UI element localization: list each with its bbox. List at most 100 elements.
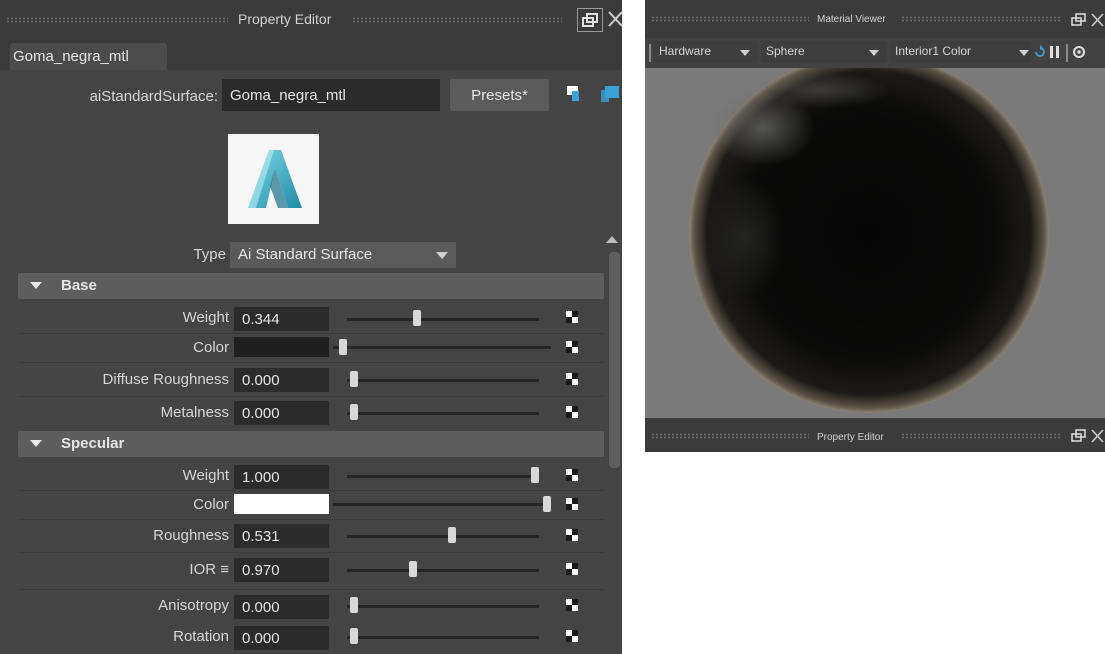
float-window-button[interactable]	[577, 8, 603, 32]
rotation-slider-handle[interactable]	[350, 628, 358, 644]
base-color-slider-handle[interactable]	[339, 339, 347, 355]
ior-map-button[interactable]	[566, 563, 578, 575]
base-weight-slider-handle[interactable]	[413, 310, 422, 326]
close-icon	[1091, 429, 1104, 443]
close-icon	[1091, 13, 1104, 27]
titlebar-grip-left[interactable]	[651, 433, 809, 439]
close-window-button[interactable]	[1089, 11, 1105, 29]
float-window-icon	[1071, 429, 1086, 442]
close-window-button[interactable]	[606, 8, 622, 30]
metalness-slider-handle[interactable]	[350, 404, 358, 420]
ior-slider-handle[interactable]	[408, 561, 417, 577]
metalness-label: Metalness	[160, 404, 229, 421]
section-header-specular[interactable]: Specular	[18, 431, 604, 457]
chevron-down-icon	[436, 252, 448, 259]
base-color-slider[interactable]	[333, 346, 551, 349]
chevron-down-icon	[1019, 50, 1029, 56]
base-weight-slider[interactable]	[347, 318, 539, 321]
float-window-button[interactable]	[1069, 427, 1087, 445]
ior-field[interactable]: 0.970	[234, 558, 329, 582]
type-dropdown[interactable]: Ai Standard Surface	[230, 242, 456, 268]
anisotropy-slider[interactable]	[347, 605, 539, 608]
type-label: Type	[193, 246, 226, 263]
specular-roughness-map-button[interactable]	[566, 529, 578, 541]
row-divider	[18, 552, 604, 553]
ior-label: IOR ≡	[189, 561, 229, 578]
scrollbar-thumb[interactable]	[609, 252, 620, 468]
diffuse-roughness-map-button[interactable]	[566, 373, 578, 385]
docked-property-editor-title: Property Editor	[817, 432, 884, 443]
diffuse-roughness-slider[interactable]	[347, 379, 539, 382]
anisotropy-slider-handle[interactable]	[350, 597, 358, 613]
close-icon	[608, 11, 622, 27]
property-editor-title: Property Editor	[238, 11, 332, 27]
section-title-specular: Specular	[61, 435, 125, 452]
base-weight-label: Weight	[182, 309, 229, 326]
specular-color-map-button[interactable]	[566, 498, 578, 510]
collapse-triangle-icon	[30, 282, 42, 289]
rotation-map-button[interactable]	[566, 630, 578, 642]
titlebar-grip-left[interactable]	[651, 16, 809, 22]
specular-roughness-field[interactable]: 0.531	[234, 524, 329, 548]
property-editor-titlebar[interactable]: Property Editor	[0, 0, 622, 40]
titlebar-grip-right[interactable]	[901, 433, 1061, 439]
metalness-map-button[interactable]	[566, 406, 578, 418]
material-preview-viewport[interactable]	[645, 68, 1105, 418]
node-type-label: aiStandardSurface:	[89, 88, 218, 105]
specular-weight-field[interactable]: 1.000	[234, 465, 329, 489]
specular-weight-map-button[interactable]	[566, 469, 578, 481]
specular-roughness-slider-handle[interactable]	[447, 527, 456, 543]
diffuse-roughness-slider-handle[interactable]	[350, 371, 358, 387]
property-editor-panel: Property Editor Goma_negra_mtl aiStandar…	[0, 0, 622, 654]
rotation-field[interactable]: 0.000	[234, 626, 329, 650]
base-color-map-button[interactable]	[566, 341, 578, 353]
titlebar-grip-right[interactable]	[352, 17, 562, 23]
section-header-base[interactable]: Base	[18, 273, 604, 299]
settings-gear-icon[interactable]	[1071, 44, 1087, 60]
presets-button[interactable]: Presets*	[450, 79, 549, 111]
rotation-slider[interactable]	[347, 636, 539, 639]
anisotropy-field[interactable]: 0.000	[234, 595, 329, 619]
base-weight-map-button[interactable]	[566, 311, 578, 323]
chevron-down-icon	[740, 50, 750, 56]
row-divider	[18, 490, 604, 491]
shape-value: Sphere	[766, 44, 805, 58]
rotation-label: Rotation	[173, 628, 229, 645]
specular-weight-label: Weight	[182, 467, 229, 484]
copy-tab-icon[interactable]	[601, 86, 622, 102]
titlebar-grip-right[interactable]	[901, 16, 1061, 22]
specular-color-swatch[interactable]	[234, 494, 329, 514]
specular-weight-slider-handle[interactable]	[531, 467, 539, 483]
titlebar-grip-left[interactable]	[6, 17, 228, 23]
environment-value: Interior1 Color	[895, 44, 972, 58]
show-hide-icon[interactable]	[567, 86, 581, 102]
scroll-up-arrow-icon[interactable]	[606, 236, 618, 243]
ior-slider[interactable]	[347, 569, 539, 572]
section-title-base: Base	[61, 277, 97, 294]
base-weight-field[interactable]: 0.344	[234, 307, 329, 331]
specular-roughness-slider[interactable]	[347, 535, 539, 538]
anisotropy-map-button[interactable]	[566, 599, 578, 611]
material-viewer-titlebar[interactable]: Material Viewer	[645, 0, 1105, 38]
row-divider	[18, 362, 604, 363]
toolbar-separator	[1066, 44, 1068, 62]
base-color-swatch[interactable]	[234, 337, 329, 357]
close-window-button[interactable]	[1089, 427, 1105, 445]
row-divider	[18, 519, 604, 520]
docked-property-editor-titlebar[interactable]: Property Editor	[645, 418, 1105, 452]
toolbar-separator	[649, 44, 651, 62]
metalness-slider[interactable]	[347, 412, 539, 415]
node-name-field[interactable]: Goma_negra_mtl	[222, 79, 440, 111]
specular-color-slider-handle[interactable]	[543, 496, 551, 512]
pause-icon[interactable]	[1049, 45, 1061, 59]
row-divider	[18, 396, 604, 397]
row-divider	[18, 589, 604, 590]
specular-weight-slider[interactable]	[347, 475, 539, 478]
metalness-field[interactable]: 0.000	[234, 401, 329, 425]
diffuse-roughness-field[interactable]: 0.000	[234, 368, 329, 392]
float-window-button[interactable]	[1069, 11, 1087, 29]
refresh-swatch-icon[interactable]	[1034, 44, 1046, 58]
float-window-icon	[582, 13, 598, 27]
specular-color-label: Color	[193, 496, 229, 513]
specular-color-slider[interactable]	[333, 503, 551, 506]
